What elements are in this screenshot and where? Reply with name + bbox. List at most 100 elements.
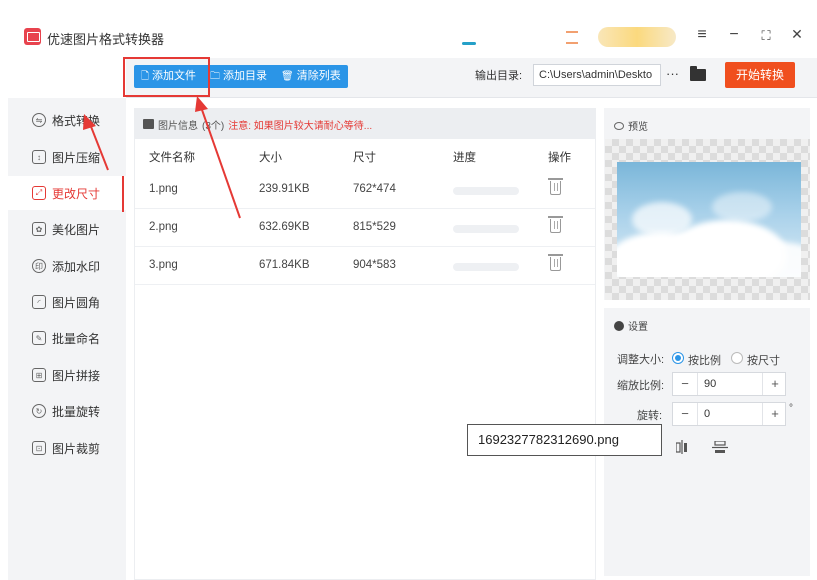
sidebar-item[interactable]: ↻ 批量旋转 xyxy=(8,394,126,428)
sidebar-item[interactable]: ✿ 美化图片 xyxy=(8,212,126,246)
sidebar-item-label: 批量旋转 xyxy=(52,404,101,419)
output-dir-input[interactable]: C:\Users\admin\Deskto xyxy=(533,64,661,86)
delete-icon[interactable] xyxy=(548,254,563,271)
preview-header: 预览 xyxy=(614,118,648,133)
close-button[interactable]: ✕ xyxy=(787,26,807,43)
rotate-input[interactable]: 0 xyxy=(697,403,763,425)
scale-label: 缩放比例: xyxy=(617,380,665,392)
rename-icon: ✎ xyxy=(32,331,46,345)
compress-icon: ↕ xyxy=(32,150,46,164)
scale-decrement-button[interactable]: − xyxy=(673,373,697,395)
file-dimensions-cell: 815*529 xyxy=(353,221,396,233)
toolbar: 🗋 添加文件 🗀 添加目录 🗑 清除列表 xyxy=(126,58,817,98)
image-info-bar: 图片信息 (3个) 注意: 如果图片较大请耐心等待... xyxy=(135,109,595,139)
sidebar-item[interactable]: ⤢ 更改尺寸 xyxy=(8,176,126,210)
start-convert-button[interactable]: 开始转换 xyxy=(725,62,795,88)
app-logo-icon xyxy=(24,28,41,45)
sidebar-item-label: 添加水印 xyxy=(52,259,101,274)
table-row[interactable]: 1.png 239.91KB 762*474 xyxy=(135,171,595,209)
sidebar-item-label: 图片圆角 xyxy=(52,295,101,310)
resize-label: 调整大小: xyxy=(617,354,665,366)
by-size-radio[interactable] xyxy=(731,352,743,364)
stitch-icon: ⊞ xyxy=(32,368,46,382)
file-name-cell: 2.png xyxy=(149,221,178,233)
sidebar-item[interactable]: ✎ 批量命名 xyxy=(8,321,126,355)
file-name-cell: 1.png xyxy=(149,183,178,195)
sidebar-item[interactable]: ↕ 图片压缩 xyxy=(8,140,126,174)
column-header: 大小 xyxy=(259,152,282,164)
blurred-decoration xyxy=(462,42,476,45)
flip-vertical-icon[interactable] xyxy=(712,441,728,454)
open-folder-icon[interactable] xyxy=(690,66,706,81)
sidebar-item-label: 图片裁剪 xyxy=(52,441,101,456)
resize-icon: ⤢ xyxy=(32,186,46,200)
preview-icon xyxy=(614,121,624,130)
crop-icon: ⊡ xyxy=(32,441,46,455)
file-list-panel: 图片信息 (3个) 注意: 如果图片较大请耐心等待... 文件名称 大小 尺寸 … xyxy=(134,108,596,580)
settings-header: 设置 xyxy=(614,318,648,333)
sidebar-item[interactable]: ⇋ 格式转换 xyxy=(8,103,126,137)
delete-icon[interactable] xyxy=(548,178,563,195)
delete-icon[interactable] xyxy=(548,216,563,233)
blurred-decoration xyxy=(566,42,578,44)
sidebar-item[interactable]: ⊞ 图片拼接 xyxy=(8,358,126,392)
sidebar-item[interactable]: 印添加水印 xyxy=(8,249,126,283)
preview-canvas xyxy=(605,139,810,300)
active-indicator xyxy=(122,176,124,212)
progress-bar xyxy=(453,187,519,195)
file-size-cell: 239.91KB xyxy=(259,183,310,195)
file-dimensions-cell: 904*583 xyxy=(353,259,396,271)
info-count: (3个) xyxy=(202,120,225,132)
annotation-highlight-box xyxy=(123,57,210,97)
clear-list-label: 清除列表 xyxy=(296,70,341,82)
column-header: 尺寸 xyxy=(353,152,376,164)
maximize-button[interactable]: ⛶ xyxy=(756,28,776,44)
sidebar-item[interactable]: ◜ 图片圆角 xyxy=(8,285,126,319)
file-size-cell: 632.69KB xyxy=(259,221,310,233)
minimize-button[interactable]: − xyxy=(724,26,744,44)
progress-bar xyxy=(453,225,519,233)
scale-increment-button[interactable]: + xyxy=(763,373,787,395)
flip-horizontal-icon[interactable] xyxy=(676,440,688,454)
by-ratio-radio[interactable] xyxy=(672,352,684,364)
round-corner-icon: ◜ xyxy=(32,295,46,309)
sidebar-item-label: 图片拼接 xyxy=(52,368,101,383)
rotate-label: 旋转: xyxy=(637,410,663,422)
app-title: 优速图片格式转换器 xyxy=(47,32,165,47)
file-size-cell: 671.84KB xyxy=(259,259,310,271)
gear-icon xyxy=(614,320,624,331)
clear-list-button[interactable]: 🗑 清除列表 xyxy=(274,65,348,88)
scale-input[interactable]: 90 xyxy=(697,373,763,395)
settings-title: 设置 xyxy=(628,322,648,333)
output-dir-label: 输出目录: xyxy=(475,70,523,82)
title-bar: 优速图片格式转换器 ≡ − ⛶ ✕ xyxy=(0,0,817,58)
table-row[interactable]: 3.png 671.84KB 904*583 xyxy=(135,247,595,285)
watermark-icon: 印 xyxy=(32,259,46,273)
add-folder-button[interactable]: 🗀 添加目录 xyxy=(203,65,274,88)
sidebar-item-label: 格式转换 xyxy=(52,113,101,128)
add-folder-label: 添加目录 xyxy=(223,70,268,82)
sidebar-item-label: 美化图片 xyxy=(52,222,101,237)
file-name-cell: 3.png xyxy=(149,259,178,271)
file-dimensions-cell: 762*474 xyxy=(353,183,396,195)
image-icon xyxy=(143,119,154,129)
rotate-decrement-button[interactable]: − xyxy=(673,403,697,425)
by-size-label[interactable]: 按尺寸 xyxy=(747,352,780,368)
format-convert-icon: ⇋ xyxy=(32,113,46,127)
sidebar-item[interactable]: ⊡ 图片裁剪 xyxy=(8,431,126,465)
filename-tooltip: 1692327782312690.png xyxy=(467,424,662,456)
rotate-increment-button[interactable]: + xyxy=(763,403,787,425)
blurred-decoration xyxy=(566,31,578,33)
degree-symbol: ° xyxy=(789,403,793,414)
progress-bar xyxy=(453,263,519,271)
sidebar-item-label: 图片压缩 xyxy=(52,150,101,165)
beautify-icon: ✿ xyxy=(32,222,46,236)
column-header: 操作 xyxy=(548,152,571,164)
trash-icon: 🗑 xyxy=(281,71,294,82)
browse-more-button[interactable]: ··· xyxy=(666,66,679,81)
sidebar-item-label: 更改尺寸 xyxy=(52,186,101,201)
table-row[interactable]: 2.png 632.69KB 815*529 xyxy=(135,209,595,247)
menu-icon[interactable]: ≡ xyxy=(692,26,712,44)
column-header: 进度 xyxy=(453,152,476,164)
by-ratio-label[interactable]: 按比例 xyxy=(688,352,721,368)
